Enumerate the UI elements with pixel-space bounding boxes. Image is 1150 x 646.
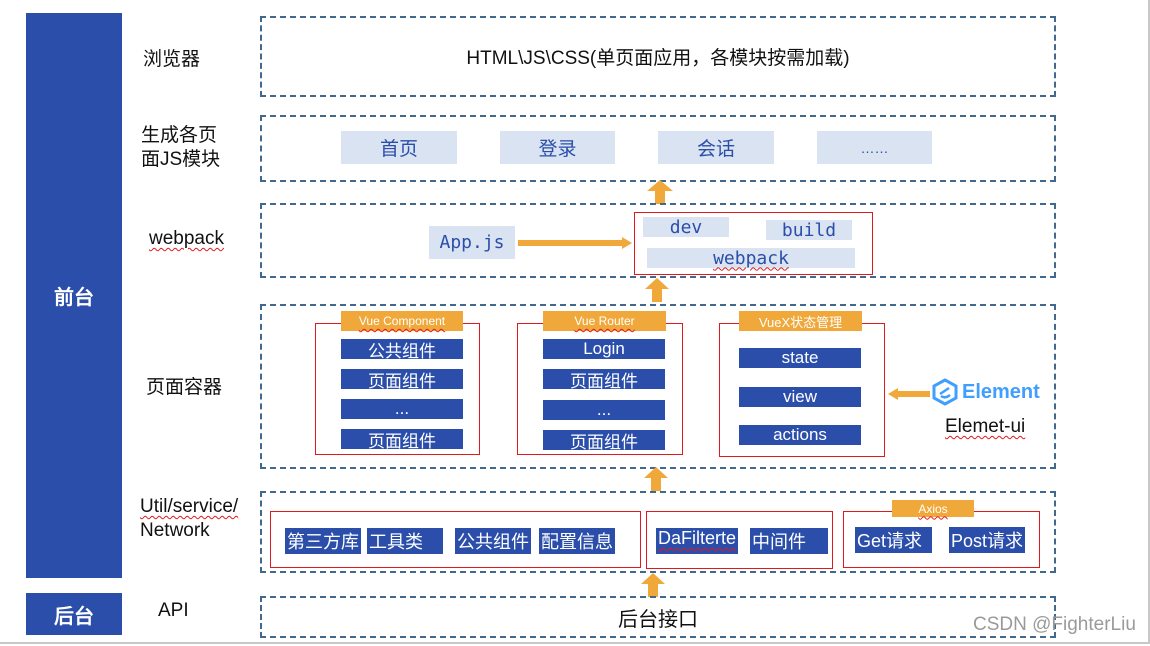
- util-label-line1: Util/service/: [140, 495, 238, 519]
- webpack-tool-box: webpack: [647, 247, 855, 269]
- vue-component-item: 页面组件: [341, 429, 463, 451]
- frontend-label: 前台: [54, 287, 94, 309]
- webpack-dev-box: dev: [643, 217, 729, 238]
- vue-component-title-text: Vue Component: [358, 314, 446, 328]
- util-label-line2: Network: [140, 520, 210, 541]
- vuex-item: view: [739, 387, 861, 407]
- browser-label: 浏览器: [143, 49, 201, 70]
- axios-title-text: Axios: [918, 501, 948, 516]
- watermark: CSDN @FighterLiu: [973, 614, 1136, 635]
- element-logo-text: Element: [962, 380, 1040, 403]
- webpack-label: webpack: [149, 228, 224, 249]
- middleware-item: 中间件: [750, 528, 829, 554]
- api-content: 后台接口: [618, 608, 698, 631]
- backend-bar: 后台: [26, 593, 122, 635]
- middleware-item: DaFilterte: [656, 528, 739, 554]
- vue-component-item: 页面组件: [341, 369, 463, 391]
- arrow-up-icon: [644, 467, 668, 491]
- util-lib-item: 第三方库: [285, 528, 361, 554]
- vue-component-item: ...: [341, 399, 463, 419]
- element-caption: Elemet-ui: [945, 416, 1026, 437]
- vue-router-title-text: Vue Router: [574, 314, 635, 328]
- api-label: API: [158, 600, 189, 621]
- pages-label-line2: 面JS模块: [141, 149, 221, 170]
- arrow-up-icon: [641, 573, 665, 597]
- frontend-bar: 前台: [26, 13, 122, 578]
- util-lib-item: 公共组件: [455, 528, 531, 554]
- arrow-right-icon: [518, 237, 632, 249]
- vue-router-item: 页面组件: [543, 369, 665, 391]
- webpack-tool-text: webpack: [713, 247, 789, 269]
- api-layer: 后台接口: [260, 596, 1056, 638]
- vue-router-item: Login: [543, 339, 665, 359]
- util-group-middleware-items: DaFilterte 中间件: [656, 528, 829, 554]
- axios-item: Get请求: [855, 527, 933, 553]
- util-lib-item: 工具类: [367, 528, 443, 554]
- browser-content: HTML\JS\CSS(单页面应用，各模块按需加载): [466, 48, 850, 69]
- page-module-login: 登录: [500, 131, 615, 164]
- arrow-up-icon: [645, 278, 669, 302]
- element-logo: Element: [932, 378, 1040, 406]
- util-group-libs-items: 第三方库 工具类 公共组件 配置信息: [285, 528, 615, 554]
- axios-title: Axios: [892, 500, 974, 517]
- vuex-title: VueX状态管理: [739, 311, 862, 331]
- app-js-box: App.js: [429, 226, 515, 259]
- container-label: 页面容器: [146, 377, 223, 398]
- pages-label-line1: 生成各页: [141, 125, 218, 146]
- arrow-left-icon: [888, 388, 930, 400]
- axios-item: Post请求: [949, 527, 1026, 553]
- page-module-session: 会话: [658, 131, 774, 164]
- vue-router-item: 页面组件: [543, 430, 665, 452]
- vuex-item: actions: [739, 425, 861, 445]
- vuex-item: state: [739, 348, 861, 368]
- backend-label: 后台: [54, 605, 94, 628]
- page-module-more: ……: [817, 131, 932, 164]
- element-hexagon-icon: [932, 378, 958, 406]
- vue-component-item: 公共组件: [341, 339, 463, 361]
- arrow-up-icon: [647, 180, 673, 204]
- vue-router-title: Vue Router: [543, 311, 666, 331]
- util-label-line1-text: Util/service/: [140, 496, 239, 517]
- pages-label: 生成各页 面JS模块: [141, 124, 220, 172]
- util-label: Util/service/ Network: [140, 495, 238, 543]
- axios-items: Get请求 Post请求: [855, 527, 1026, 553]
- vuex-title-text: VueX状态管理: [758, 314, 843, 330]
- vue-router-item: ...: [543, 400, 665, 420]
- browser-layer: HTML\JS\CSS(单页面应用，各模块按需加载): [260, 16, 1056, 97]
- vue-component-title: Vue Component: [341, 311, 463, 331]
- page-module-home: 首页: [341, 131, 457, 164]
- util-lib-item: 配置信息: [539, 528, 615, 554]
- webpack-build-box: build: [766, 220, 852, 241]
